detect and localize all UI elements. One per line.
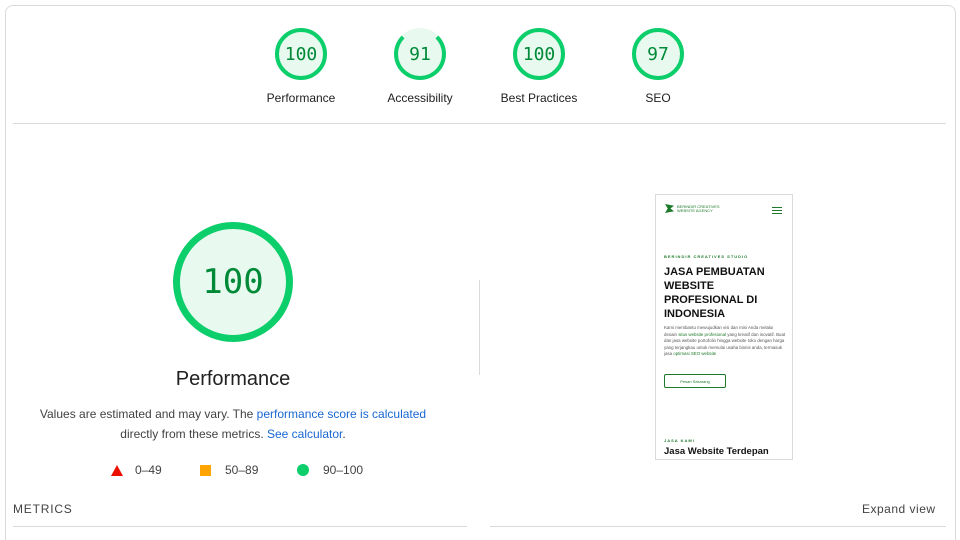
gauge-accessibility-score: 91	[394, 28, 446, 80]
description-text-2: directly from these metrics.	[120, 427, 267, 441]
performance-title: Performance	[175, 368, 291, 390]
gauge-seo-score: 97	[632, 28, 684, 80]
legend-fail: 0–49	[111, 463, 162, 477]
legend-average-label: 50–89	[225, 463, 259, 477]
legend-pass-label: 90–100	[323, 463, 364, 477]
gauge-seo[interactable]: 97 SEO	[593, 28, 723, 105]
description-text-3: .	[342, 427, 346, 441]
site-body: Kami membantu mewujudkan visi dan misi A…	[664, 325, 786, 358]
metrics-heading: METRICS	[13, 502, 73, 516]
gauge-performance-score: 100	[275, 28, 327, 80]
legend-fail-label: 0–49	[135, 463, 162, 477]
performance-description: Values are estimated and may vary. The p…	[33, 404, 433, 444]
final-screenshot[interactable]: BERINDIR CREATIVES WEBSITE AGENCY BERINDI…	[655, 194, 793, 460]
gauge-best-practices-label: Best Practices	[500, 91, 578, 105]
gauge-performance-label: Performance	[266, 91, 336, 105]
header-divider	[13, 123, 946, 124]
site-headline: JASA PEMBUATAN WEBSITE PROFESIONAL DI IN…	[664, 266, 765, 320]
site-eyebrow: BERINDIR CREATIVES STUDIO	[664, 254, 749, 259]
score-calculated-link[interactable]: performance score is calculated	[257, 407, 426, 421]
site-body-link-1: situs website profesional	[678, 331, 727, 337]
gauge-seo-label: SEO	[645, 91, 671, 105]
metrics-divider-right	[490, 526, 946, 527]
legend-average: 50–89	[200, 463, 258, 477]
site-section-eyebrow: JASA KAMI	[664, 438, 695, 443]
legend-pass: 90–100	[297, 463, 363, 477]
logo-icon	[665, 204, 674, 213]
performance-score: 100	[202, 262, 264, 302]
triangle-icon	[111, 464, 123, 476]
square-icon	[200, 464, 211, 476]
site-logo-text: BERINDIR CREATIVES WEBSITE AGENCY	[677, 204, 720, 213]
description-text-1: Values are estimated and may vary. The	[39, 407, 257, 421]
gauge-accessibility-label: Accessibility	[387, 91, 453, 105]
gauge-accessibility[interactable]: 91 Accessibility	[355, 28, 485, 105]
gauge-best-practices[interactable]: 100 Best Practices	[474, 28, 604, 105]
logo-line-2: WEBSITE AGENCY	[677, 207, 713, 213]
gauge-performance[interactable]: 100 Performance	[236, 28, 366, 105]
circle-icon	[297, 464, 309, 476]
site-order-button: Pesan Sekarang	[664, 374, 726, 388]
expand-view-button[interactable]: Expand view	[862, 502, 936, 516]
gauge-best-practices-score: 100	[513, 28, 565, 80]
site-logo: BERINDIR CREATIVES WEBSITE AGENCY	[665, 204, 720, 213]
metrics-divider-left	[13, 526, 467, 527]
see-calculator-link[interactable]: See calculator	[267, 427, 342, 441]
performance-gauge: 100	[173, 222, 293, 342]
vertical-divider	[479, 280, 480, 375]
site-body-link-2: optimasi SEO website	[673, 351, 717, 356]
site-section-heading: Jasa Website Terdepan	[664, 446, 769, 457]
hamburger-menu-icon	[772, 207, 782, 216]
